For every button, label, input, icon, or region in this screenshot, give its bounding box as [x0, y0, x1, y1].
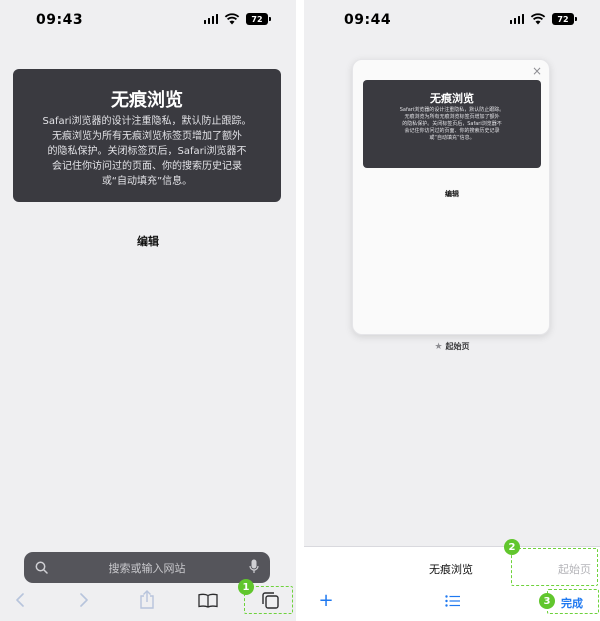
left-screen: 09:43 72 无痕浏览 Safari浏览器的设计注重隐私，默认防止跟踪。 无… [0, 0, 296, 621]
wifi-icon [224, 13, 240, 25]
signal-icon [203, 14, 218, 24]
private-browsing-card: 无痕浏览 Safari浏览器的设计注重隐私，默认防止跟踪。 无痕浏览为所有无痕浏… [13, 69, 281, 202]
tab-list-icon[interactable] [444, 594, 460, 608]
battery-level: 72 [557, 14, 569, 24]
back-icon[interactable] [12, 592, 28, 608]
wifi-icon [530, 13, 546, 25]
star-icon: ★ [434, 342, 443, 352]
share-icon[interactable] [138, 589, 156, 609]
callout-box-start-page [511, 548, 598, 586]
search-placeholder[interactable]: 搜索或输入网站 [64, 560, 230, 576]
right-screen: 09:44 72 × 无痕浏览 Safari浏览器的设计注重隐私，默认防止跟踪。… [304, 0, 600, 621]
callout-badge-3: 3 [539, 593, 555, 609]
status-icons: 72 [203, 13, 271, 25]
signal-icon [509, 14, 524, 24]
edit-button[interactable]: 编辑 [353, 189, 551, 199]
status-time: 09:44 [344, 12, 392, 28]
battery-icon: 72 [246, 13, 271, 25]
edit-button[interactable]: 编辑 [0, 233, 296, 249]
status-icons: 72 [509, 13, 577, 25]
add-tab-icon[interactable]: + [318, 592, 334, 610]
tab-title: ★ 起始页 [304, 341, 600, 352]
address-bar[interactable]: 搜索或输入网站 [24, 552, 270, 583]
callout-badge-1: 1 [238, 579, 254, 595]
microphone-icon[interactable] [249, 559, 259, 575]
private-browsing-tab[interactable]: 无痕浏览 [429, 561, 473, 577]
bookmarks-icon[interactable] [198, 592, 218, 608]
card-text: Safari浏览器的设计注重隐私，默认防止跟踪。 无痕浏览为所有无痕浏览标签页增… [399, 107, 505, 141]
status-time: 09:43 [36, 12, 84, 28]
status-bar: 09:44 72 [304, 0, 600, 40]
search-icon [35, 561, 48, 574]
card-title: 无痕浏览 [430, 92, 474, 105]
private-browsing-card: 无痕浏览 Safari浏览器的设计注重隐私，默认防止跟踪。 无痕浏览为所有无痕浏… [363, 80, 541, 168]
card-title: 无痕浏览 [111, 90, 183, 111]
card-text: Safari浏览器的设计注重隐私，默认防止跟踪。 无痕浏览为所有无痕浏览标签页增… [42, 116, 252, 187]
battery-icon: 72 [552, 13, 577, 25]
battery-level: 72 [251, 14, 263, 24]
forward-icon[interactable] [76, 592, 92, 608]
tab-title-text: 起始页 [445, 342, 470, 351]
close-tab-icon[interactable]: × [532, 64, 542, 78]
tab-thumbnail[interactable]: × 无痕浏览 Safari浏览器的设计注重隐私，默认防止跟踪。 无痕浏览为所有无… [352, 59, 550, 335]
status-bar: 09:43 72 [0, 0, 296, 40]
callout-badge-2: 2 [504, 539, 520, 555]
